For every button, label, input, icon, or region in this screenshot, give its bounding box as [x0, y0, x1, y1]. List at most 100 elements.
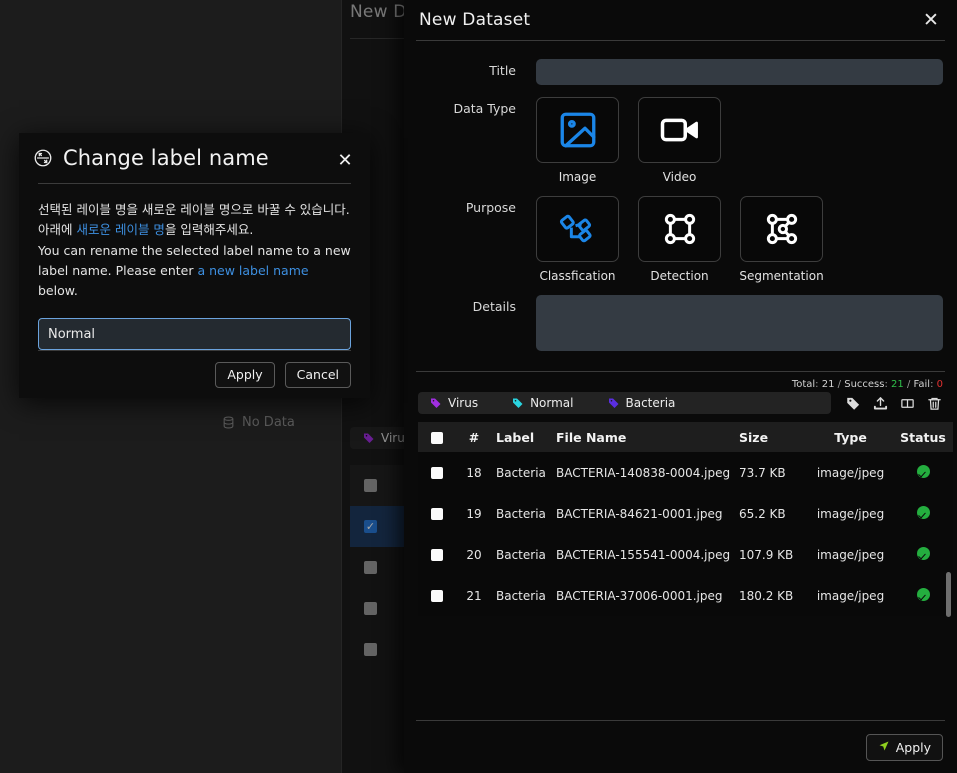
col-label: Label — [492, 422, 552, 452]
row-checkbox[interactable] — [431, 590, 443, 602]
fail-value: 0 — [936, 379, 943, 390]
change-label-name-dialog: Change label name ✕ 선택된 레이블 명을 새로운 레이블 명… — [19, 133, 370, 398]
row-size: 107.9 KB — [735, 534, 808, 575]
row-index: 18 — [456, 452, 492, 493]
purpose-label-classification: Classfication — [539, 269, 616, 283]
tag-icon — [513, 398, 523, 408]
desc-ko-highlight: 새로운 레이블 명 — [76, 222, 165, 238]
data-type-option-video[interactable]: Video — [638, 97, 721, 184]
tag-chip-bacteria[interactable]: Bacteria — [608, 396, 675, 410]
tag-label-virus: Virus — [448, 396, 479, 410]
tag-icon — [608, 398, 618, 408]
data-type-label-image: Image — [558, 170, 597, 184]
tag-chip-list: Virus Normal Bacteria — [418, 392, 831, 414]
close-icon[interactable]: ✕ — [919, 8, 943, 32]
row-label: Bacteria — [492, 493, 552, 534]
change-label-header: Change label name ✕ — [19, 133, 370, 183]
row-status — [893, 534, 953, 575]
table-row[interactable]: 18 Bacteria BACTERIA-140838-0004.jpeg 73… — [418, 452, 953, 493]
new-dataset-header: New Dataset ✕ — [404, 0, 957, 40]
row-file-name: BACTERIA-140838-0004.jpeg — [552, 452, 735, 493]
new-label-name-input[interactable] — [38, 318, 351, 351]
desc-en-suffix: below. — [38, 283, 78, 299]
fail-label: Fail — [913, 379, 931, 390]
status-success-icon — [916, 505, 930, 519]
table-header-row: # Label File Name Size Type Status — [418, 422, 953, 452]
data-type-label: Data Type — [453, 101, 516, 116]
success-value: 21 — [891, 379, 904, 390]
row-type: image/jpeg — [808, 534, 893, 575]
status-success-icon — [916, 546, 930, 560]
change-label-description: 선택된 레이블 명을 새로운 레이블 명으로 바꿀 수 있습니다. 아래에 새로… — [38, 200, 351, 301]
field-details-row: Details — [418, 295, 943, 351]
col-type: Type — [808, 422, 893, 452]
purpose-option-classification[interactable]: Classfication — [536, 196, 619, 283]
data-type-card-image[interactable] — [536, 97, 619, 163]
row-checkbox-cell — [418, 493, 456, 534]
table-row[interactable]: 20 Bacteria BACTERIA-155541-0004.jpeg 10… — [418, 534, 953, 575]
sep-1: / — [837, 379, 842, 390]
apply-button[interactable]: Apply — [865, 733, 943, 761]
row-index: 20 — [456, 534, 492, 575]
field-data-type-row: Data Type Image Video — [418, 97, 943, 184]
purpose-option-detection[interactable]: Detection — [638, 196, 721, 283]
tag-strip: Virus Normal Bacteria — [418, 392, 943, 414]
colon: : — [930, 379, 934, 390]
upload-icon[interactable] — [872, 395, 889, 412]
row-label: Bacteria — [492, 534, 552, 575]
field-purpose-row: Purpose Classfication Detection Segmenta… — [418, 196, 943, 283]
row-checkbox[interactable] — [431, 508, 443, 520]
select-all-checkbox[interactable] — [431, 432, 443, 444]
tag-label-normal: Normal — [530, 396, 574, 410]
new-dataset-dialog: New Dataset ✕ Title Data Type Image Vide… — [404, 0, 957, 773]
row-file-name: BACTERIA-155541-0004.jpeg — [552, 534, 735, 575]
table-row[interactable]: 19 Bacteria BACTERIA-84621-0001.jpeg 65.… — [418, 493, 953, 534]
row-type: image/jpeg — [808, 493, 893, 534]
file-table: # Label File Name Size Type Status 18 Ba… — [418, 422, 953, 616]
field-title-row: Title — [418, 59, 943, 85]
data-type-card-video[interactable] — [638, 97, 721, 163]
total-label: Total — [791, 379, 816, 390]
row-checkbox[interactable] — [431, 549, 443, 561]
row-file-name: BACTERIA-37006-0001.jpeg — [552, 575, 735, 616]
purpose-option-segmentation[interactable]: Segmentation — [739, 196, 824, 283]
title-input[interactable] — [536, 59, 943, 85]
desc-en-highlight: a new label name — [197, 262, 309, 278]
polygon-segmentation-icon — [766, 213, 797, 245]
tag-chip-normal[interactable]: Normal — [512, 396, 574, 410]
row-checkbox[interactable] — [431, 467, 443, 479]
purpose-card-detection[interactable] — [638, 196, 721, 262]
row-status — [893, 493, 953, 534]
desc-ko-line1: 선택된 레이블 명을 새로운 레이블 명으로 바꿀 수 있습니다. — [38, 202, 350, 218]
purpose-card-classification[interactable] — [536, 196, 619, 262]
desc-ko-line2-suffix: 을 입력해주세요. — [164, 222, 254, 238]
row-size: 180.2 KB — [735, 575, 808, 616]
close-icon[interactable]: ✕ — [334, 150, 356, 172]
tag-icon[interactable] — [845, 395, 862, 412]
table-scrollbar-thumb[interactable] — [946, 572, 951, 617]
table-row[interactable]: 21 Bacteria BACTERIA-37006-0001.jpeg 180… — [418, 575, 953, 616]
app-root: New Da No Data Virus ✓ New Dataset ✕ Tit… — [0, 0, 957, 773]
change-label-body: 선택된 레이블 명을 새로운 레이블 명으로 바꿀 수 있습니다. 아래에 새로… — [19, 184, 370, 351]
row-size: 65.2 KB — [735, 493, 808, 534]
swap-circle-icon — [33, 148, 53, 168]
row-label: Bacteria — [492, 575, 552, 616]
colon: : — [884, 379, 888, 390]
trash-icon[interactable] — [926, 395, 943, 412]
file-table-wrapper: # Label File Name Size Type Status 18 Ba… — [418, 422, 953, 720]
row-index: 21 — [456, 575, 492, 616]
total-value: 21 — [821, 379, 835, 390]
dialog-title: New Dataset — [419, 10, 531, 30]
purpose-card-segmentation[interactable] — [740, 196, 823, 262]
data-type-option-image[interactable]: Image — [536, 97, 619, 184]
columns-view-icon[interactable] — [899, 395, 916, 412]
image-icon — [560, 112, 595, 148]
apply-button[interactable]: Apply — [215, 361, 275, 388]
row-index: 19 — [456, 493, 492, 534]
cancel-button[interactable]: Cancel — [284, 361, 351, 388]
table-body: 18 Bacteria BACTERIA-140838-0004.jpeg 73… — [418, 452, 953, 616]
title-label: Title — [489, 63, 516, 78]
row-type: image/jpeg — [808, 575, 893, 616]
tag-chip-virus[interactable]: Virus — [430, 396, 478, 410]
details-textarea[interactable] — [536, 295, 943, 351]
